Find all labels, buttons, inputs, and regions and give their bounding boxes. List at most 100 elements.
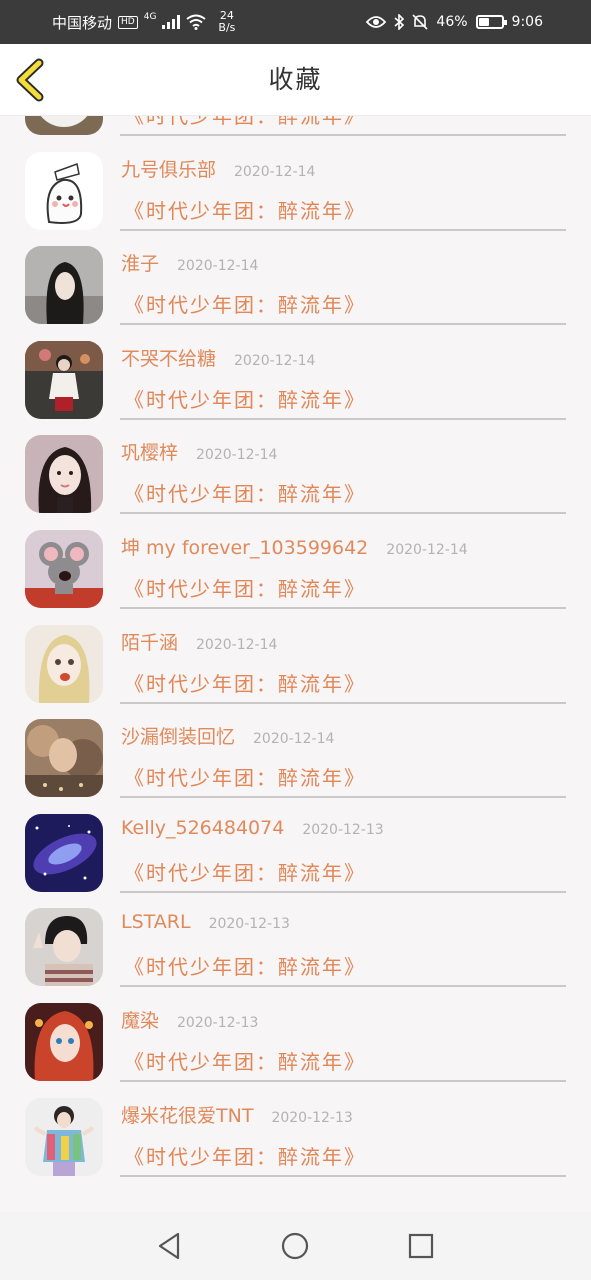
- avatar[interactable]: [25, 624, 103, 703]
- avatar[interactable]: [25, 151, 103, 230]
- avatar[interactable]: [25, 246, 103, 325]
- nav-back-button[interactable]: [153, 1230, 185, 1262]
- favorite-date: 2020-12-14: [253, 731, 335, 748]
- battery-percent: 46%: [436, 14, 468, 30]
- list-item[interactable]: 张伟2020-12-14《时代少年团：醉流年》: [0, 116, 591, 143]
- bell-muted-icon: [412, 14, 428, 30]
- favorite-date: 2020-12-13: [177, 1014, 259, 1031]
- name-line: 淮子 2020-12-14: [121, 249, 258, 279]
- list-item[interactable]: 不哭不给糖 2020-12-14 《时代少年团：醉流年》: [0, 332, 591, 427]
- home-circle-icon: [281, 1232, 309, 1260]
- bluetooth-icon: [394, 14, 405, 30]
- battery-fill: [478, 18, 489, 26]
- status-bar: 中国移动 HD 4G 24 B/s 46% 9:06: [0, 0, 591, 44]
- user-name[interactable]: 陌千涵: [121, 628, 178, 655]
- wifi-icon: [186, 14, 207, 30]
- list-item[interactable]: Kelly_526484074 2020-12-13 《时代少年团：醉流年》: [0, 805, 591, 900]
- avatar[interactable]: [25, 813, 103, 892]
- avatar[interactable]: [25, 1097, 103, 1176]
- avatar[interactable]: [25, 340, 103, 419]
- clock: 9:06: [511, 14, 543, 30]
- list-item[interactable]: 沙漏倒装回忆 2020-12-14 《时代少年团：醉流年》: [0, 710, 591, 805]
- nav-recent-button[interactable]: [405, 1230, 437, 1262]
- favorite-date: 2020-12-14: [177, 258, 259, 275]
- header: 收藏: [0, 44, 591, 116]
- user-name[interactable]: 魔染: [121, 1006, 159, 1033]
- network-type: 4G: [143, 12, 157, 22]
- name-line: 九号俱乐部 2020-12-14: [121, 155, 315, 185]
- divider: [120, 417, 566, 420]
- nav-home-button[interactable]: [279, 1230, 311, 1262]
- user-name[interactable]: 沙漏倒装回忆: [121, 722, 235, 749]
- page-title: 收藏: [268, 65, 323, 94]
- name-line: 不哭不给糖 2020-12-14: [121, 344, 315, 374]
- user-name[interactable]: 坤 my forever_103599642: [121, 533, 368, 560]
- avatar[interactable]: [25, 1002, 103, 1081]
- favorite-date: 2020-12-14: [234, 352, 316, 369]
- divider: [120, 701, 566, 704]
- back-triangle-icon: [158, 1232, 180, 1260]
- divider: [120, 796, 566, 799]
- favorite-date: 2020-12-13: [208, 916, 290, 933]
- net-speed-unit: B/s: [218, 21, 236, 34]
- divider: [120, 228, 566, 231]
- work-title[interactable]: 《时代少年团：醉流年》: [124, 668, 366, 697]
- work-title[interactable]: 《时代少年团：醉流年》: [124, 1141, 366, 1170]
- name-line: LSTARL 2020-12-13: [121, 911, 290, 941]
- name-line: 陌千涵 2020-12-14: [121, 628, 277, 658]
- user-name[interactable]: 淮子: [121, 249, 159, 276]
- divider: [120, 1174, 566, 1177]
- work-title[interactable]: 《时代少年团：醉流年》: [124, 573, 366, 602]
- name-line: 魔染 2020-12-13: [121, 1006, 258, 1036]
- list-item[interactable]: 淮子 2020-12-14 《时代少年团：醉流年》: [0, 237, 591, 332]
- favorite-date: 2020-12-14: [196, 447, 278, 464]
- user-name[interactable]: 巩樱梓: [121, 438, 178, 465]
- work-title[interactable]: 《时代少年团：醉流年》: [124, 116, 366, 129]
- eye-icon: [366, 16, 387, 28]
- name-line: 巩樱梓 2020-12-14: [121, 438, 277, 468]
- work-title[interactable]: 《时代少年团：醉流年》: [124, 478, 366, 507]
- user-name[interactable]: LSTARL: [121, 911, 191, 933]
- carrier-label: 中国移动: [52, 13, 113, 32]
- list-item[interactable]: 陌千涵 2020-12-14 《时代少年团：醉流年》: [0, 616, 591, 711]
- favorite-date: 2020-12-14: [386, 541, 468, 558]
- hd-badge: HD: [118, 15, 138, 29]
- avatar[interactable]: [25, 529, 103, 608]
- work-title[interactable]: 《时代少年团：醉流年》: [124, 951, 366, 980]
- recent-square-icon: [408, 1233, 434, 1259]
- favorites-list-inner: 张伟2020-12-14《时代少年团：醉流年》九号俱乐部 2020-12-14 《时…: [0, 116, 591, 1183]
- user-name[interactable]: 爆米花很爱TNT: [121, 1101, 253, 1128]
- work-title[interactable]: 《时代少年团：醉流年》: [124, 1046, 366, 1075]
- avatar[interactable]: [25, 908, 103, 987]
- favorites-list[interactable]: 张伟2020-12-14《时代少年团：醉流年》九号俱乐部 2020-12-14 《时…: [0, 116, 591, 1212]
- signal-icon: [162, 15, 181, 29]
- list-item[interactable]: 坤 my forever_103599642 2020-12-14 《时代少年团：醉…: [0, 521, 591, 616]
- work-title[interactable]: 《时代少年团：醉流年》: [124, 289, 366, 318]
- status-right: 46% 9:06: [366, 0, 543, 44]
- work-title[interactable]: 《时代少年团：醉流年》: [124, 857, 366, 886]
- name-line: 沙漏倒装回忆 2020-12-14: [121, 722, 334, 752]
- battery-icon: [475, 15, 507, 29]
- favorite-date: 2020-12-13: [271, 1109, 353, 1126]
- user-name[interactable]: Kelly_526484074: [121, 817, 284, 839]
- divider: [120, 985, 566, 988]
- avatar[interactable]: [25, 435, 103, 514]
- avatar[interactable]: [25, 719, 103, 798]
- list-item[interactable]: 爆米花很爱TNT 2020-12-13 《时代少年团：醉流年》: [0, 1089, 591, 1184]
- name-line: Kelly_526484074 2020-12-13: [121, 817, 384, 847]
- divider: [120, 134, 566, 136]
- navigation-bar: [0, 1212, 591, 1280]
- work-title[interactable]: 《时代少年团：醉流年》: [124, 195, 366, 224]
- divider: [120, 606, 566, 609]
- favorite-date: 2020-12-13: [302, 821, 384, 838]
- user-name[interactable]: 不哭不给糖: [121, 344, 216, 371]
- user-name[interactable]: 九号俱乐部: [121, 155, 216, 182]
- work-title[interactable]: 《时代少年团：醉流年》: [124, 384, 366, 413]
- avatar[interactable]: [25, 116, 103, 135]
- work-title[interactable]: 《时代少年团：醉流年》: [124, 762, 366, 791]
- name-line: 坤 my forever_103599642 2020-12-14: [121, 533, 468, 563]
- list-item[interactable]: 九号俱乐部 2020-12-14 《时代少年团：醉流年》: [0, 143, 591, 238]
- list-item[interactable]: 魔染 2020-12-13 《时代少年团：醉流年》: [0, 994, 591, 1089]
- list-item[interactable]: LSTARL 2020-12-13 《时代少年团：醉流年》: [0, 899, 591, 994]
- list-item[interactable]: 巩樱梓 2020-12-14 《时代少年团：醉流年》: [0, 426, 591, 521]
